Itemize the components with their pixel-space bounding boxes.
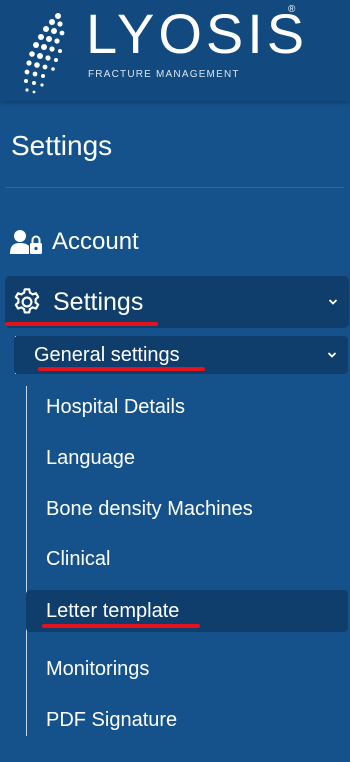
- chevron-down-icon[interactable]: [326, 349, 338, 361]
- menu-item-label: Monitorings: [46, 657, 150, 680]
- menu-item-pdf-signature[interactable]: PDF Signature: [26, 699, 348, 741]
- menu-item-label: Language: [46, 446, 135, 469]
- gear-icon: [14, 288, 40, 314]
- menu-item-hospital-details[interactable]: Hospital Details: [26, 386, 348, 428]
- page-title: Settings: [11, 130, 113, 161]
- divider: [6, 187, 344, 188]
- menu-item-settings[interactable]: Settings: [5, 276, 349, 328]
- menu-item-label: Settings: [53, 287, 144, 316]
- menu-item-label: Account: [52, 228, 139, 255]
- menu-item-bone-density-machines[interactable]: Bone density Machines: [26, 488, 348, 530]
- annotation-underline: [42, 624, 200, 628]
- brand-tagline: FRACTURE MANAGEMENT: [88, 69, 240, 80]
- menu-item-clinical[interactable]: Clinical: [26, 538, 348, 580]
- menu-item-label: Letter template: [46, 599, 180, 622]
- annotation-underline: [38, 367, 205, 371]
- logo-mark-icon: [24, 13, 65, 94]
- menu-item-language[interactable]: Language: [26, 437, 348, 479]
- menu-item-monitorings[interactable]: Monitorings: [26, 648, 348, 690]
- menu-item-label: Clinical: [46, 547, 111, 570]
- annotation-underline: [5, 322, 158, 326]
- user-lock-icon: [10, 230, 42, 254]
- registered-mark: ®: [288, 4, 296, 15]
- menu-item-label: PDF Signature: [46, 708, 178, 731]
- menu-item-label: General settings: [34, 343, 180, 366]
- chevron-down-icon[interactable]: [327, 296, 339, 308]
- app-header: LYOSIS ® FRACTURE MANAGEMENT: [0, 0, 350, 101]
- menu-item-label: Hospital Details: [46, 395, 185, 418]
- menu-item-label: Bone density Machines: [46, 497, 253, 520]
- brand-name: LYOSIS: [86, 2, 309, 65]
- menu-item-account[interactable]: Account: [10, 222, 340, 262]
